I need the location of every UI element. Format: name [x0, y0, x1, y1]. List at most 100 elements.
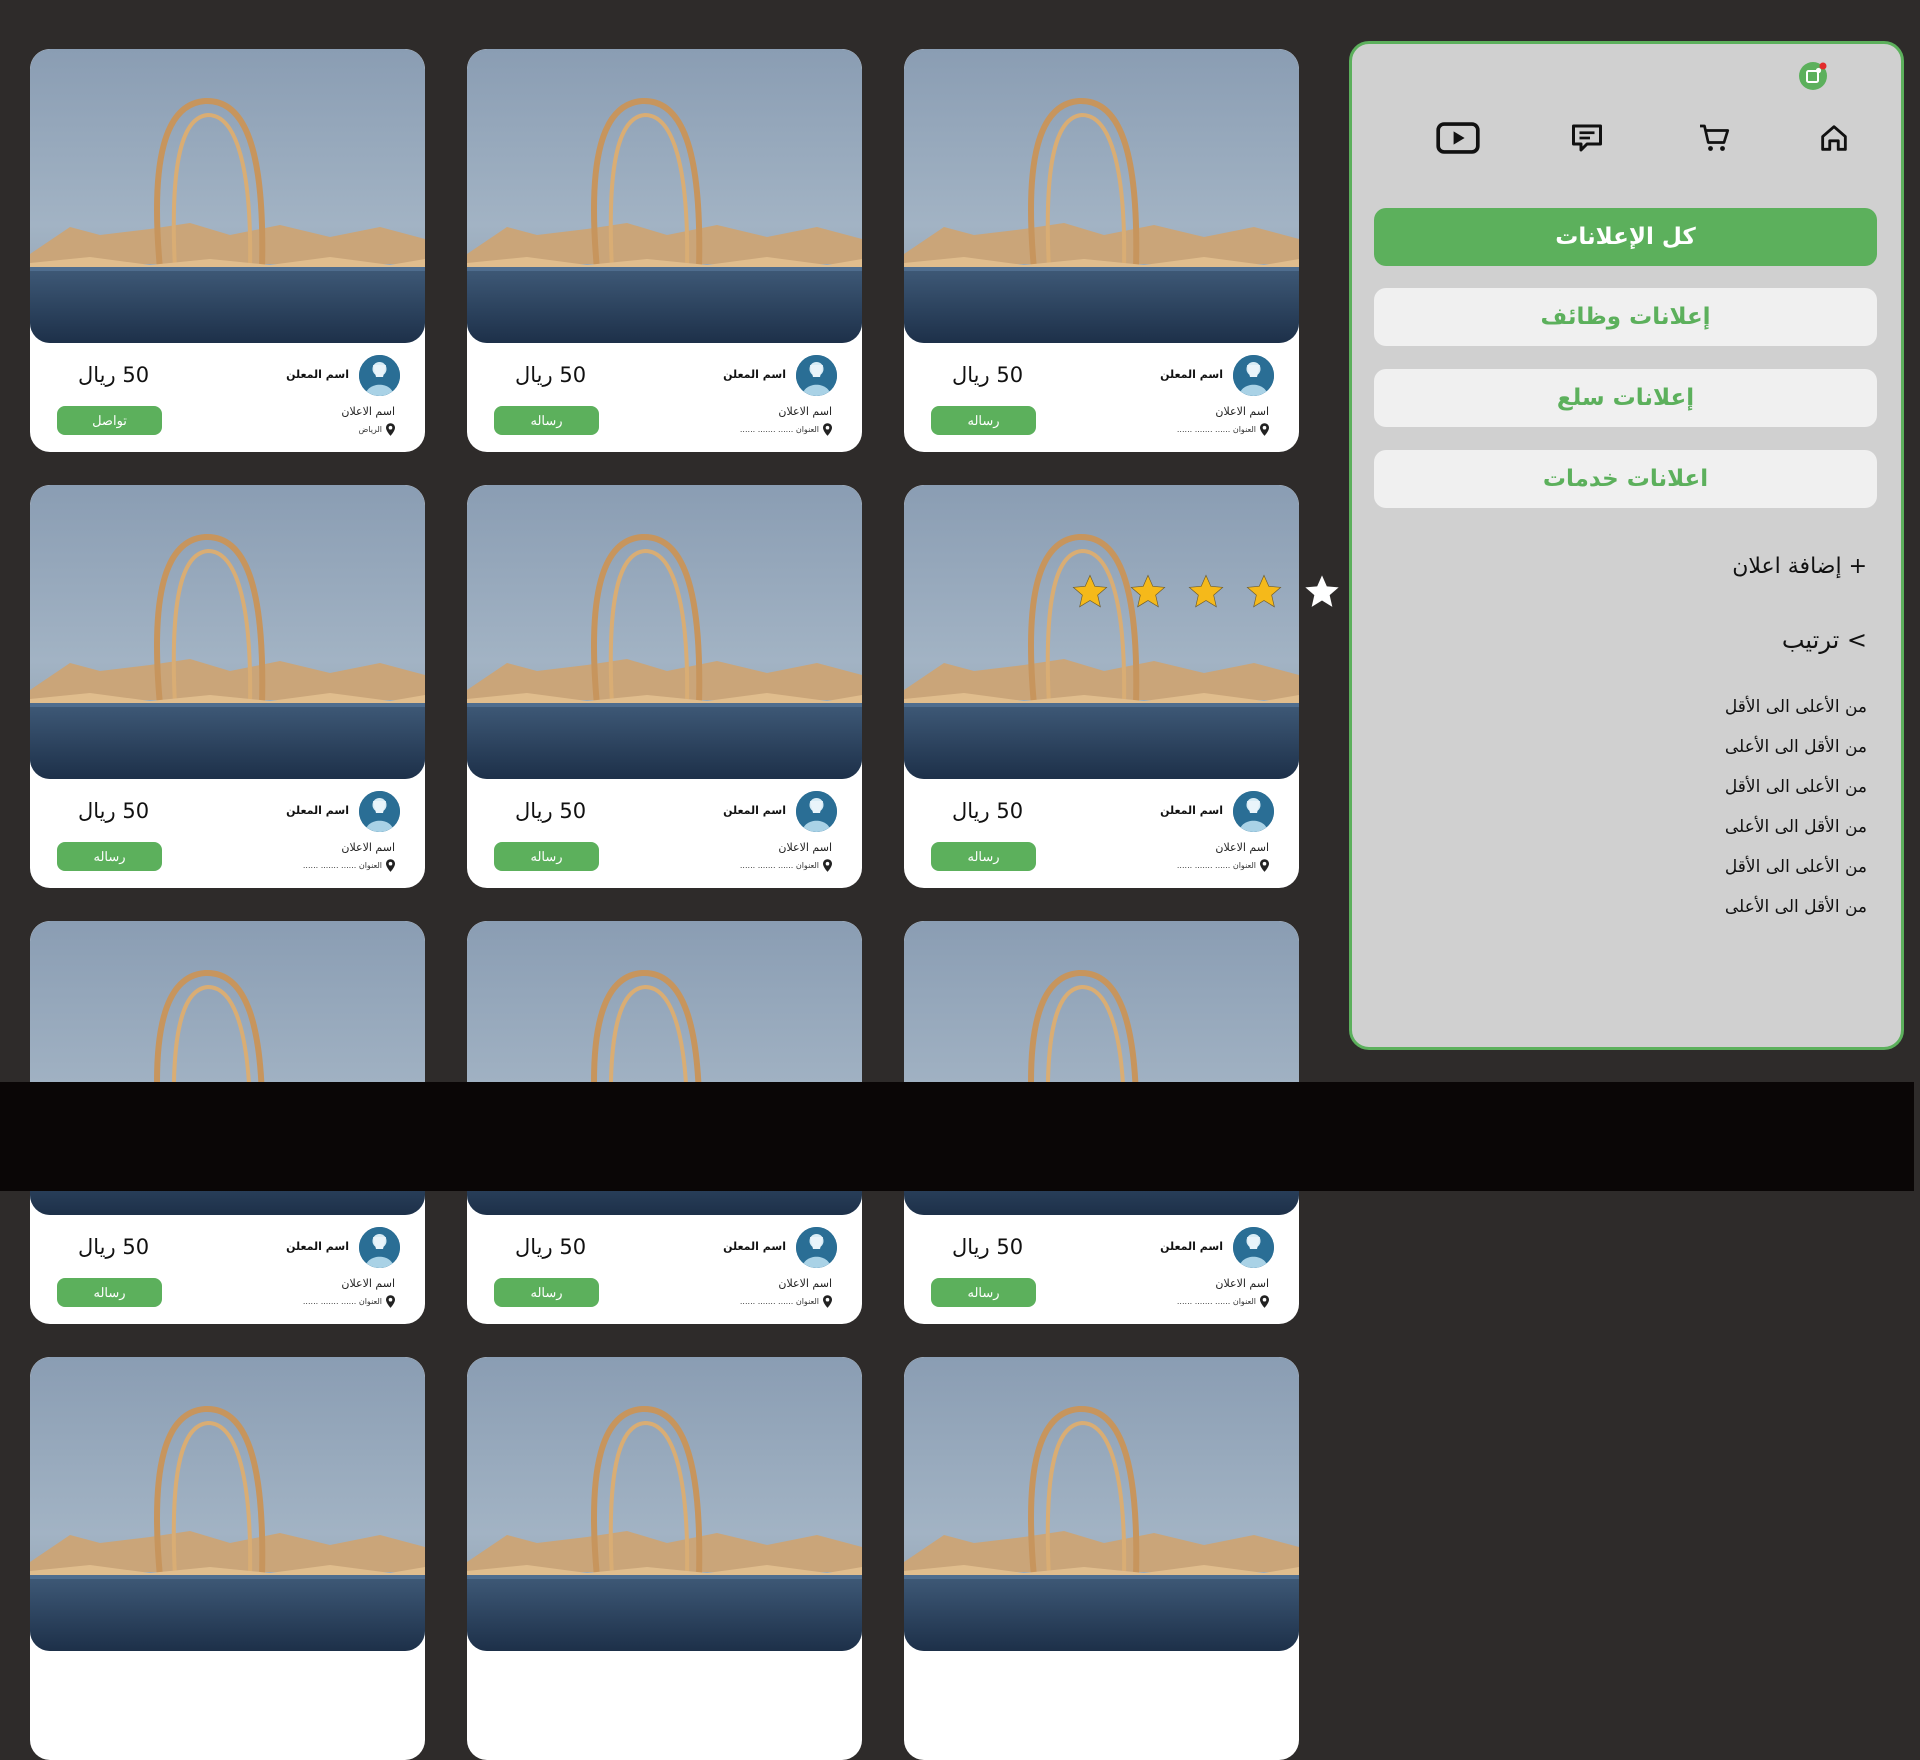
cart-icon[interactable]: [1693, 116, 1737, 160]
listings-grid: اسم المعلن 50 ريال اسم الاعلان العنوان .…: [0, 0, 1340, 1760]
price: 50 ريال: [78, 1235, 150, 1259]
address-row: العنوان ...... ....... ......: [1177, 423, 1269, 436]
menu-all-ads[interactable]: كل الإعلانات: [1374, 208, 1877, 266]
message-button[interactable]: رساله: [57, 842, 162, 871]
ad-name: اسم الاعلان: [341, 405, 395, 418]
price: 50 ريال: [515, 363, 587, 387]
ad-name: اسم الاعلان: [778, 405, 832, 418]
listing-card[interactable]: اسم المعلن 50 ريال اسم الاعلان العنوان .…: [467, 49, 862, 452]
address-row: العنوان ...... ....... ......: [740, 423, 832, 436]
price: 50 ريال: [515, 799, 587, 823]
listing-card[interactable]: اسم المعلن 50 ريال اسم الاعلان العنوان .…: [904, 485, 1299, 888]
contact-button[interactable]: تواصل: [57, 406, 162, 435]
message-button[interactable]: رساله: [57, 1278, 162, 1307]
location-pin-icon: [823, 859, 832, 872]
sort-option[interactable]: من الأعلى الى الأقل: [1725, 777, 1867, 797]
avatar[interactable]: [796, 355, 837, 396]
address-row: العنوان ...... ....... ......: [740, 859, 832, 872]
sidebar: كل الإعلانات إعلانات وظائف إعلانات سلع ا…: [1349, 41, 1904, 1050]
address-row: العنوان ...... ....... ......: [303, 859, 395, 872]
avatar[interactable]: [359, 791, 400, 832]
seller-name: اسم المعلن: [723, 1240, 786, 1253]
sort-option[interactable]: من الأقل الى الأعلى: [1725, 897, 1867, 917]
product-image[interactable]: [30, 1357, 425, 1651]
listing-card[interactable]: [467, 1357, 862, 1760]
address: العنوان ...... ....... ......: [1176, 861, 1256, 870]
message-button[interactable]: رساله: [494, 1278, 599, 1307]
product-image[interactable]: [467, 1357, 862, 1651]
message-button[interactable]: رساله: [494, 842, 599, 871]
ad-name: اسم الاعلان: [778, 841, 832, 854]
avatar[interactable]: [1233, 1227, 1274, 1268]
sort-toggle[interactable]: > ترتيب: [1782, 626, 1867, 654]
home-icon[interactable]: [1812, 116, 1856, 160]
address: الرياض: [358, 425, 382, 434]
avatar[interactable]: [796, 791, 837, 832]
location-pin-icon: [386, 859, 395, 872]
star-icon[interactable]: [1186, 572, 1226, 612]
avatar[interactable]: [796, 1227, 837, 1268]
address: العنوان ...... ....... ......: [302, 861, 382, 870]
sort-option[interactable]: من الأعلى الى الأقل: [1725, 857, 1867, 877]
product-image[interactable]: [30, 485, 425, 779]
location-pin-icon: [386, 423, 395, 436]
address-row: العنوان ...... ....... ......: [1177, 859, 1269, 872]
star-icon[interactable]: [1070, 572, 1110, 612]
address-row: الرياض: [359, 423, 395, 436]
seller-name: اسم المعلن: [1160, 804, 1223, 817]
listing-card[interactable]: اسم المعلن 50 ريال اسم الاعلان العنوان .…: [30, 485, 425, 888]
seller-name: اسم المعلن: [723, 804, 786, 817]
sort-option[interactable]: من الأقل الى الأعلى: [1725, 817, 1867, 837]
message-button[interactable]: رساله: [931, 406, 1036, 435]
message-button[interactable]: رساله: [494, 406, 599, 435]
address: العنوان ...... ....... ......: [739, 1297, 819, 1306]
product-image[interactable]: [904, 485, 1299, 779]
star-icon[interactable]: [1128, 572, 1168, 612]
menu-goods-ads[interactable]: إعلانات سلع: [1374, 369, 1877, 427]
listing-card[interactable]: اسم المعلن 50 ريال اسم الاعلان العنوان .…: [904, 49, 1299, 452]
star-icon[interactable]: [1244, 572, 1284, 612]
location-pin-icon: [823, 423, 832, 436]
product-image[interactable]: [467, 485, 862, 779]
seller-name: اسم المعلن: [1160, 368, 1223, 381]
price: 50 ريال: [952, 1235, 1024, 1259]
seller-name: اسم المعلن: [1160, 1240, 1223, 1253]
avatar[interactable]: [359, 1227, 400, 1268]
address: العنوان ...... ....... ......: [1176, 425, 1256, 434]
menu-job-ads[interactable]: إعلانات وظائف: [1374, 288, 1877, 346]
sort-option[interactable]: من الأقل الى الأعلى: [1725, 737, 1867, 757]
avatar[interactable]: [1233, 355, 1274, 396]
menu-services-ads[interactable]: اعلانات خدمات: [1374, 450, 1877, 508]
message-button[interactable]: رساله: [931, 842, 1036, 871]
address-row: العنوان ...... ....... ......: [740, 1295, 832, 1308]
seller-name: اسم المعلن: [286, 368, 349, 381]
rating-stars[interactable]: [1070, 572, 1342, 612]
location-pin-icon: [386, 1295, 395, 1308]
video-icon[interactable]: [1436, 116, 1480, 160]
address-row: العنوان ...... ....... ......: [303, 1295, 395, 1308]
listing-card[interactable]: [904, 1357, 1299, 1760]
chat-icon[interactable]: [1565, 116, 1609, 160]
price: 50 ريال: [78, 363, 150, 387]
listing-card[interactable]: اسم المعلن 50 ريال اسم الاعلان الرياض تو…: [30, 49, 425, 452]
price: 50 ريال: [515, 1235, 587, 1259]
address: العنوان ...... ....... ......: [302, 1297, 382, 1306]
product-image[interactable]: [904, 49, 1299, 343]
location-pin-icon: [823, 1295, 832, 1308]
price: 50 ريال: [952, 363, 1024, 387]
location-pin-icon: [1260, 423, 1269, 436]
notification-icon[interactable]: [1799, 62, 1827, 90]
ad-name: اسم الاعلان: [341, 841, 395, 854]
ad-name: اسم الاعلان: [1215, 841, 1269, 854]
product-image[interactable]: [30, 49, 425, 343]
sort-option[interactable]: من الأعلى الى الأقل: [1725, 697, 1867, 717]
avatar[interactable]: [359, 355, 400, 396]
product-image[interactable]: [904, 1357, 1299, 1651]
listing-card[interactable]: [30, 1357, 425, 1760]
message-button[interactable]: رساله: [931, 1278, 1036, 1307]
listing-card[interactable]: اسم المعلن 50 ريال اسم الاعلان العنوان .…: [467, 485, 862, 888]
star-empty-icon[interactable]: [1302, 572, 1342, 612]
add-ad-button[interactable]: + إضافة اعلان: [1732, 554, 1867, 579]
product-image[interactable]: [467, 49, 862, 343]
avatar[interactable]: [1233, 791, 1274, 832]
